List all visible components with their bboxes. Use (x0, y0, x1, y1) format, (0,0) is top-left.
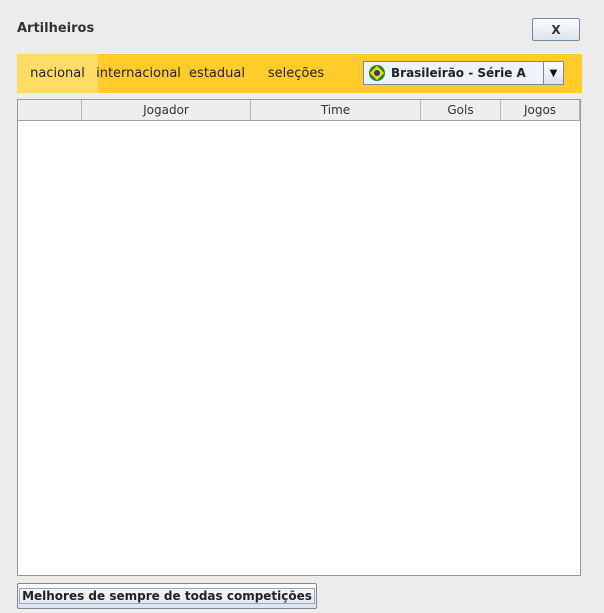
brazil-flag-icon (369, 65, 385, 81)
tab-selecoes[interactable]: seleções (260, 54, 332, 93)
all-time-best-button[interactable]: Melhores de sempre de todas competições (17, 583, 317, 609)
tab-estadual[interactable]: estadual (180, 54, 254, 93)
close-button[interactable]: X (532, 18, 580, 41)
column-header-time[interactable]: Time (251, 100, 421, 120)
chevron-down-icon[interactable]: ▼ (543, 62, 563, 84)
column-header-jogos[interactable]: Jogos (501, 100, 580, 120)
tab-internacional[interactable]: internacional (96, 54, 181, 93)
tab-nacional[interactable]: nacional (17, 54, 98, 93)
column-header-jogador[interactable]: Jogador (82, 100, 251, 120)
table-header: Jogador Time Gols Jogos (18, 100, 580, 121)
column-header-rank[interactable] (18, 100, 82, 120)
scorers-table: Jogador Time Gols Jogos (17, 99, 581, 576)
competition-select-value: Brasileirão - Série A (391, 66, 526, 80)
column-header-gols[interactable]: Gols (421, 100, 501, 120)
competition-select[interactable]: Brasileirão - Série A ▼ (363, 61, 564, 85)
window-title: Artilheiros (17, 21, 95, 36)
all-time-best-button-label: Melhores de sempre de todas competições (19, 588, 315, 604)
